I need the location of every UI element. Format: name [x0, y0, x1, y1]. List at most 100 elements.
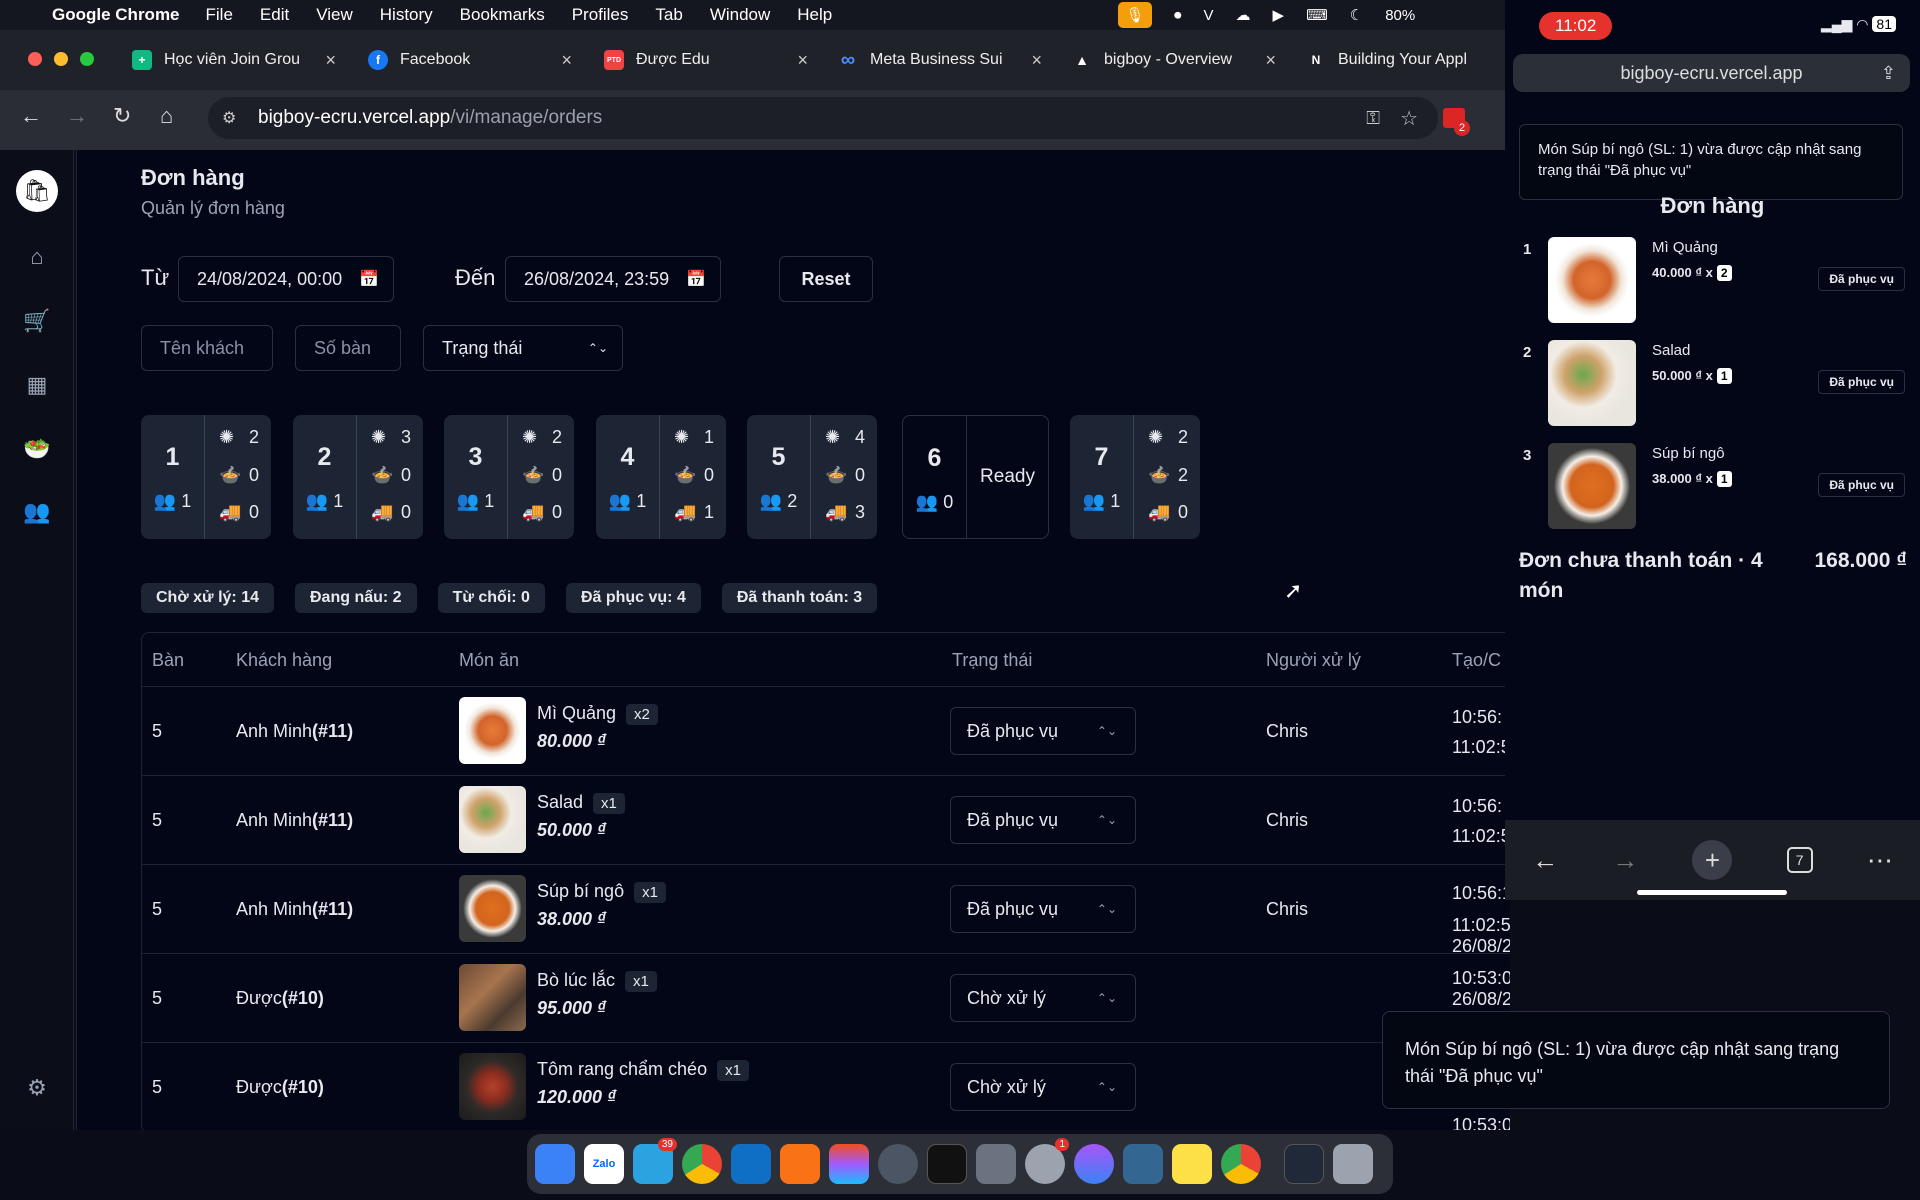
- close-tab-icon[interactable]: ×: [325, 50, 336, 71]
- menu-tab[interactable]: Tab: [655, 5, 682, 25]
- reload-icon[interactable]: ↻: [113, 103, 131, 129]
- chrome-icon[interactable]: [682, 1144, 722, 1184]
- app-name[interactable]: Google Chrome: [52, 5, 180, 25]
- table-card-4[interactable]: 4 👥 1 ✺ 1 🍲 0 🚚 1: [596, 415, 726, 539]
- table-card-2[interactable]: 2 👥 1 ✺ 3 🍲 0 🚚 0: [293, 415, 423, 539]
- messenger-icon[interactable]: [1074, 1144, 1114, 1184]
- telegram-icon[interactable]: 39: [633, 1138, 677, 1184]
- vscode-icon[interactable]: [731, 1144, 771, 1184]
- back-icon[interactable]: ←: [20, 103, 42, 129]
- close-tab-icon[interactable]: ×: [1031, 50, 1042, 71]
- table-row[interactable]: 5 Được(#10) Bò lúc lắc x1 95.000 ₫ Chờ xử …: [142, 954, 1510, 1043]
- menu-window[interactable]: Window: [710, 5, 770, 25]
- phone-address-bar[interactable]: bigboy-ecru.vercel.app ⇪: [1513, 54, 1910, 92]
- chrome-alt-icon[interactable]: [1221, 1144, 1261, 1184]
- menu-file[interactable]: File: [206, 5, 233, 25]
- trash-icon[interactable]: [1333, 1144, 1373, 1184]
- delivered-count: 🚚 0: [522, 502, 562, 522]
- reset-button[interactable]: Reset: [779, 256, 873, 302]
- status-select[interactable]: Đã phục vụ ⌃⌄: [950, 707, 1136, 755]
- phone-back-icon[interactable]: ←: [1532, 845, 1558, 876]
- tab-duoc-edu[interactable]: PTD Được Edu ×: [604, 40, 808, 80]
- close-tab-icon[interactable]: ×: [1265, 50, 1276, 71]
- calendar-icon[interactable]: 📅: [359, 269, 379, 289]
- phone-new-tab-icon[interactable]: +: [1692, 840, 1733, 880]
- calendar-icon[interactable]: 📅: [686, 269, 706, 289]
- table-card-5[interactable]: 5 👥 2 ✺ 4 🍲 0 🚚 3: [747, 415, 877, 539]
- cooking-pot-icon: 🍲: [219, 465, 242, 485]
- table-row[interactable]: 5 Được(#10) Tôm rang chẩm chéo x1 120.000 …: [142, 1043, 1510, 1130]
- close-tab-icon[interactable]: ×: [797, 50, 808, 71]
- pending-icon: ✺: [825, 427, 841, 447]
- pen-tool-icon[interactable]: [780, 1144, 820, 1184]
- table-card-3[interactable]: 3 👥 1 ✺ 2 🍲 0 🚚 0: [444, 415, 574, 539]
- cloud-icon[interactable]: ☁: [1236, 6, 1251, 24]
- minimize-window-button[interactable]: [54, 52, 68, 66]
- status-select[interactable]: Chờ xử lý ⌃⌄: [950, 974, 1136, 1022]
- finder-icon[interactable]: [535, 1144, 575, 1184]
- system-settings-icon[interactable]: 1: [1025, 1138, 1069, 1184]
- zoom-window-button[interactable]: [80, 52, 94, 66]
- downloads-folder-icon[interactable]: [1284, 1144, 1324, 1184]
- terminal-icon[interactable]: [927, 1144, 967, 1184]
- forward-icon[interactable]: →: [66, 103, 88, 129]
- table-card-6[interactable]: 6 👥 0 Ready: [902, 415, 1049, 539]
- from-datetime-input[interactable]: 24/08/2024, 00:00 📅: [178, 256, 394, 302]
- phone-tabs-icon[interactable]: 7: [1786, 847, 1813, 873]
- menu-bookmarks[interactable]: Bookmarks: [460, 5, 545, 25]
- phone-forward-icon[interactable]: →: [1612, 845, 1638, 876]
- close-window-button[interactable]: [28, 52, 42, 66]
- notes-icon[interactable]: [1172, 1144, 1212, 1184]
- menu-edit[interactable]: Edit: [260, 5, 289, 25]
- site-info-icon[interactable]: ⚙: [222, 108, 236, 128]
- dishes-salad-icon[interactable]: 🥗: [16, 428, 58, 470]
- share-icon[interactable]: ⇪: [1881, 63, 1896, 84]
- status-filter-select[interactable]: Trạng thái ⌃⌄: [423, 325, 623, 371]
- play-icon[interactable]: ▶: [1273, 6, 1285, 24]
- guest-name-input[interactable]: Tên khách: [141, 325, 273, 371]
- close-tab-icon[interactable]: ×: [561, 50, 572, 71]
- orders-cart-icon[interactable]: 🛒: [16, 300, 58, 342]
- bookmark-star-icon[interactable]: ☆: [1400, 106, 1418, 131]
- key-icon[interactable]: ⚿: [1366, 108, 1380, 129]
- microphone-icon[interactable]: 🎙: [1118, 2, 1152, 28]
- accounts-users-icon[interactable]: 👥: [16, 491, 58, 533]
- stop-icon[interactable]: ⏺: [1174, 7, 1182, 24]
- tab-building-app[interactable]: N Building Your Appl: [1306, 40, 1506, 80]
- figma-icon[interactable]: [829, 1144, 869, 1184]
- home-nav-icon[interactable]: ⌂: [16, 236, 58, 278]
- settings-gear-icon[interactable]: ⚙: [16, 1067, 58, 1109]
- menu-view[interactable]: View: [316, 5, 353, 25]
- launchpad-icon[interactable]: [976, 1144, 1016, 1184]
- tables-grid-icon[interactable]: ▦: [16, 364, 58, 406]
- address-bar[interactable]: ⚙ bigboy-ecru.vercel.app/vi/manage/order…: [208, 97, 1438, 139]
- menu-profiles[interactable]: Profiles: [572, 5, 629, 25]
- table-number-input[interactable]: Số bàn: [295, 325, 401, 371]
- table-row[interactable]: 5 Anh Minh(#11) Mì Quảng x2 80.000 ₫ Đã ph…: [142, 687, 1510, 776]
- table-card-1[interactable]: 1 👥 1 ✺ 2 🍲 0 🚚 0: [141, 415, 271, 539]
- page-subtitle: Quản lý đơn hàng: [141, 198, 285, 218]
- status-select[interactable]: Chờ xử lý ⌃⌄: [950, 1063, 1136, 1111]
- moon-icon[interactable]: ☾: [1350, 6, 1363, 24]
- status-select[interactable]: Đã phục vụ ⌃⌄: [950, 885, 1136, 933]
- to-datetime-input[interactable]: 26/08/2024, 23:59 📅: [505, 256, 721, 302]
- tab-facebook[interactable]: f Facebook ×: [368, 40, 572, 80]
- table-card-7[interactable]: 7 👥 1 ✺ 2 🍲 2 🚚 0: [1070, 415, 1200, 539]
- postgres-icon[interactable]: [1123, 1144, 1163, 1184]
- table-row[interactable]: 5 Anh Minh(#11) Súp bí ngô x1 38.000 ₫ Đã …: [142, 865, 1510, 956]
- status-select[interactable]: Đã phục vụ ⌃⌄: [950, 796, 1136, 844]
- v-icon[interactable]: V: [1204, 7, 1214, 24]
- menu-help[interactable]: Help: [797, 5, 832, 25]
- quicktime-icon[interactable]: [878, 1144, 918, 1184]
- tab-bigboy-overview[interactable]: ▲ bigboy - Overview ×: [1072, 40, 1276, 80]
- keyboard-icon[interactable]: ⌨: [1306, 6, 1328, 24]
- store-logo-icon[interactable]: 🛍: [16, 170, 58, 212]
- menu-history[interactable]: History: [380, 5, 433, 25]
- tab-hoc-vien[interactable]: + Học viên Join Grou ×: [132, 40, 336, 80]
- tab-meta-business[interactable]: ∞ Meta Business Sui ×: [838, 40, 1042, 80]
- zalo-icon[interactable]: Zalo: [584, 1144, 624, 1184]
- phone-more-icon[interactable]: ⋯: [1867, 845, 1893, 876]
- table-row[interactable]: 5 Anh Minh(#11) Salad x1 50.000 ₫ Đã phục …: [142, 776, 1510, 865]
- badge-cooking: Đang nấu: 2: [295, 583, 417, 613]
- home-icon[interactable]: ⌂: [160, 103, 173, 129]
